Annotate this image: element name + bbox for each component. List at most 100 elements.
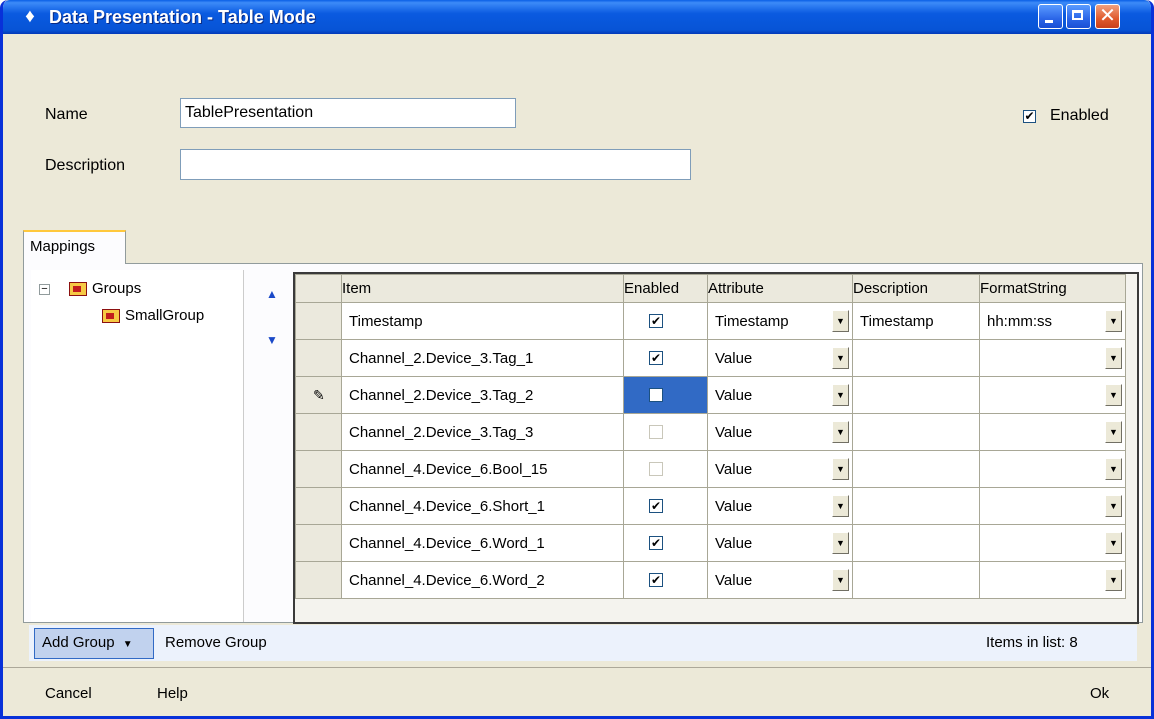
column-header-attribute[interactable]: Attribute bbox=[707, 274, 853, 303]
table-row[interactable]: Channel_4.Device_6.Short_1 ✔ Value ▼ ▼ bbox=[295, 487, 1126, 525]
maximize-button[interactable] bbox=[1066, 4, 1091, 29]
table-row[interactable]: Timestamp ✔ Timestamp ▼ Timestamp hh:mm:ss ▼ bbox=[295, 302, 1126, 340]
chevron-down-icon[interactable]: ▼ bbox=[832, 310, 849, 332]
item-cell[interactable]: Channel_4.Device_6.Short_1 bbox=[341, 487, 624, 525]
chevron-down-icon[interactable]: ▼ bbox=[1105, 569, 1122, 591]
item-cell[interactable]: Channel_2.Device_3.Tag_1 bbox=[341, 339, 624, 377]
enabled-cell[interactable] bbox=[623, 413, 708, 451]
column-header-formatstring[interactable]: FormatString bbox=[979, 274, 1126, 303]
description-cell[interactable] bbox=[852, 376, 980, 414]
row-selector[interactable] bbox=[295, 302, 342, 340]
chevron-down-icon[interactable]: ▼ bbox=[1105, 384, 1122, 406]
formatstring-dropdown[interactable]: ▼ bbox=[979, 524, 1126, 562]
tree-item-smallgroup[interactable]: SmallGroup bbox=[125, 307, 204, 324]
item-cell[interactable]: Channel_4.Device_6.Word_2 bbox=[341, 561, 624, 599]
enabled-checkbox[interactable]: ✔ bbox=[1023, 110, 1036, 123]
enabled-checkbox[interactable]: ✔ bbox=[649, 314, 663, 328]
chevron-down-icon[interactable]: ▼ bbox=[1105, 421, 1122, 443]
chevron-down-icon[interactable]: ▼ bbox=[832, 384, 849, 406]
enabled-checkbox[interactable] bbox=[649, 388, 663, 402]
formatstring-dropdown[interactable]: ▼ bbox=[979, 376, 1126, 414]
collapse-toggle[interactable]: − bbox=[39, 284, 50, 295]
attribute-dropdown[interactable]: Value ▼ bbox=[707, 376, 853, 414]
enabled-cell[interactable]: ✔ bbox=[623, 339, 708, 377]
chevron-down-icon[interactable]: ▼ bbox=[1105, 458, 1122, 480]
name-field[interactable] bbox=[180, 98, 516, 128]
attribute-dropdown[interactable]: Value ▼ bbox=[707, 487, 853, 525]
title-bar[interactable]: ♦ Data Presentation - Table Mode ✕ bbox=[3, 0, 1151, 34]
chevron-down-icon[interactable]: ▼ bbox=[832, 458, 849, 480]
description-cell[interactable] bbox=[852, 413, 980, 451]
move-up-icon[interactable]: ▲ bbox=[265, 288, 279, 300]
table-row[interactable]: Channel_4.Device_6.Word_2 ✔ Value ▼ ▼ bbox=[295, 561, 1126, 599]
enabled-cell[interactable]: ✔ bbox=[623, 302, 708, 340]
chevron-down-icon[interactable]: ▼ bbox=[1105, 495, 1122, 517]
table-row[interactable]: Channel_4.Device_6.Bool_15 Value ▼ ▼ bbox=[295, 450, 1126, 488]
attribute-dropdown[interactable]: Value ▼ bbox=[707, 450, 853, 488]
enabled-cell[interactable]: ✔ bbox=[623, 487, 708, 525]
attribute-dropdown[interactable]: Value ▼ bbox=[707, 413, 853, 451]
enabled-checkbox[interactable] bbox=[649, 462, 663, 476]
move-down-icon[interactable]: ▼ bbox=[265, 334, 279, 346]
row-selector[interactable] bbox=[295, 339, 342, 377]
row-selector[interactable] bbox=[295, 487, 342, 525]
tree-item-groups[interactable]: Groups bbox=[92, 280, 141, 297]
row-selector[interactable]: ✎ bbox=[295, 376, 342, 414]
item-cell[interactable]: Channel_4.Device_6.Word_1 bbox=[341, 524, 624, 562]
table-row[interactable]: Channel_2.Device_3.Tag_1 ✔ Value ▼ ▼ bbox=[295, 339, 1126, 377]
enabled-cell[interactable]: ✔ bbox=[623, 561, 708, 599]
formatstring-dropdown[interactable]: hh:mm:ss ▼ bbox=[979, 302, 1126, 340]
add-group-button[interactable]: Add Group ▼ bbox=[34, 628, 154, 659]
chevron-down-icon[interactable]: ▼ bbox=[1105, 310, 1122, 332]
description-cell[interactable] bbox=[852, 487, 980, 525]
tab-mappings[interactable]: Mappings bbox=[23, 230, 126, 264]
enabled-cell[interactable] bbox=[623, 376, 708, 414]
chevron-down-icon[interactable]: ▼ bbox=[832, 569, 849, 591]
description-cell[interactable] bbox=[852, 450, 980, 488]
attribute-dropdown[interactable]: Value ▼ bbox=[707, 524, 853, 562]
table-row[interactable]: ✎ Channel_2.Device_3.Tag_2 Value ▼ ▼ bbox=[295, 376, 1126, 414]
ok-button[interactable]: Ok bbox=[1090, 685, 1109, 702]
row-selector[interactable] bbox=[295, 450, 342, 488]
column-header-item[interactable]: Item bbox=[341, 274, 624, 303]
table-row[interactable]: Channel_4.Device_6.Word_1 ✔ Value ▼ ▼ bbox=[295, 524, 1126, 562]
chevron-down-icon[interactable]: ▼ bbox=[832, 347, 849, 369]
help-button[interactable]: Help bbox=[157, 685, 188, 702]
enabled-checkbox[interactable]: ✔ bbox=[649, 499, 663, 513]
minimize-button[interactable] bbox=[1038, 4, 1063, 29]
description-cell[interactable]: Timestamp bbox=[852, 302, 980, 340]
description-field[interactable] bbox=[180, 149, 691, 180]
item-cell[interactable]: Channel_4.Device_6.Bool_15 bbox=[341, 450, 624, 488]
attribute-dropdown[interactable]: Value ▼ bbox=[707, 561, 853, 599]
description-cell[interactable] bbox=[852, 339, 980, 377]
chevron-down-icon[interactable]: ▼ bbox=[832, 495, 849, 517]
item-cell[interactable]: Timestamp bbox=[341, 302, 624, 340]
enabled-checkbox[interactable] bbox=[649, 425, 663, 439]
table-row[interactable]: Channel_2.Device_3.Tag_3 Value ▼ ▼ bbox=[295, 413, 1126, 451]
enabled-checkbox[interactable]: ✔ bbox=[649, 351, 663, 365]
enabled-checkbox[interactable]: ✔ bbox=[649, 573, 663, 587]
item-cell[interactable]: Channel_2.Device_3.Tag_3 bbox=[341, 413, 624, 451]
enabled-checkbox[interactable]: ✔ bbox=[649, 536, 663, 550]
column-header-enabled[interactable]: Enabled bbox=[623, 274, 708, 303]
enabled-cell[interactable]: ✔ bbox=[623, 524, 708, 562]
description-cell[interactable] bbox=[852, 561, 980, 599]
group-tree[interactable]: − Groups SmallGroup bbox=[31, 270, 244, 622]
close-button[interactable]: ✕ bbox=[1095, 4, 1120, 29]
attribute-dropdown[interactable]: Value ▼ bbox=[707, 339, 853, 377]
column-header-description[interactable]: Description bbox=[852, 274, 980, 303]
formatstring-dropdown[interactable]: ▼ bbox=[979, 413, 1126, 451]
row-selector[interactable] bbox=[295, 561, 342, 599]
attribute-dropdown[interactable]: Timestamp ▼ bbox=[707, 302, 853, 340]
cancel-button[interactable]: Cancel bbox=[45, 685, 92, 702]
chevron-down-icon[interactable]: ▼ bbox=[1105, 532, 1122, 554]
enabled-cell[interactable] bbox=[623, 450, 708, 488]
row-selector[interactable] bbox=[295, 413, 342, 451]
chevron-down-icon[interactable]: ▼ bbox=[1105, 347, 1122, 369]
formatstring-dropdown[interactable]: ▼ bbox=[979, 339, 1126, 377]
item-cell[interactable]: Channel_2.Device_3.Tag_2 bbox=[341, 376, 624, 414]
chevron-down-icon[interactable]: ▼ bbox=[832, 532, 849, 554]
chevron-down-icon[interactable]: ▼ bbox=[832, 421, 849, 443]
row-selector[interactable] bbox=[295, 524, 342, 562]
description-cell[interactable] bbox=[852, 524, 980, 562]
